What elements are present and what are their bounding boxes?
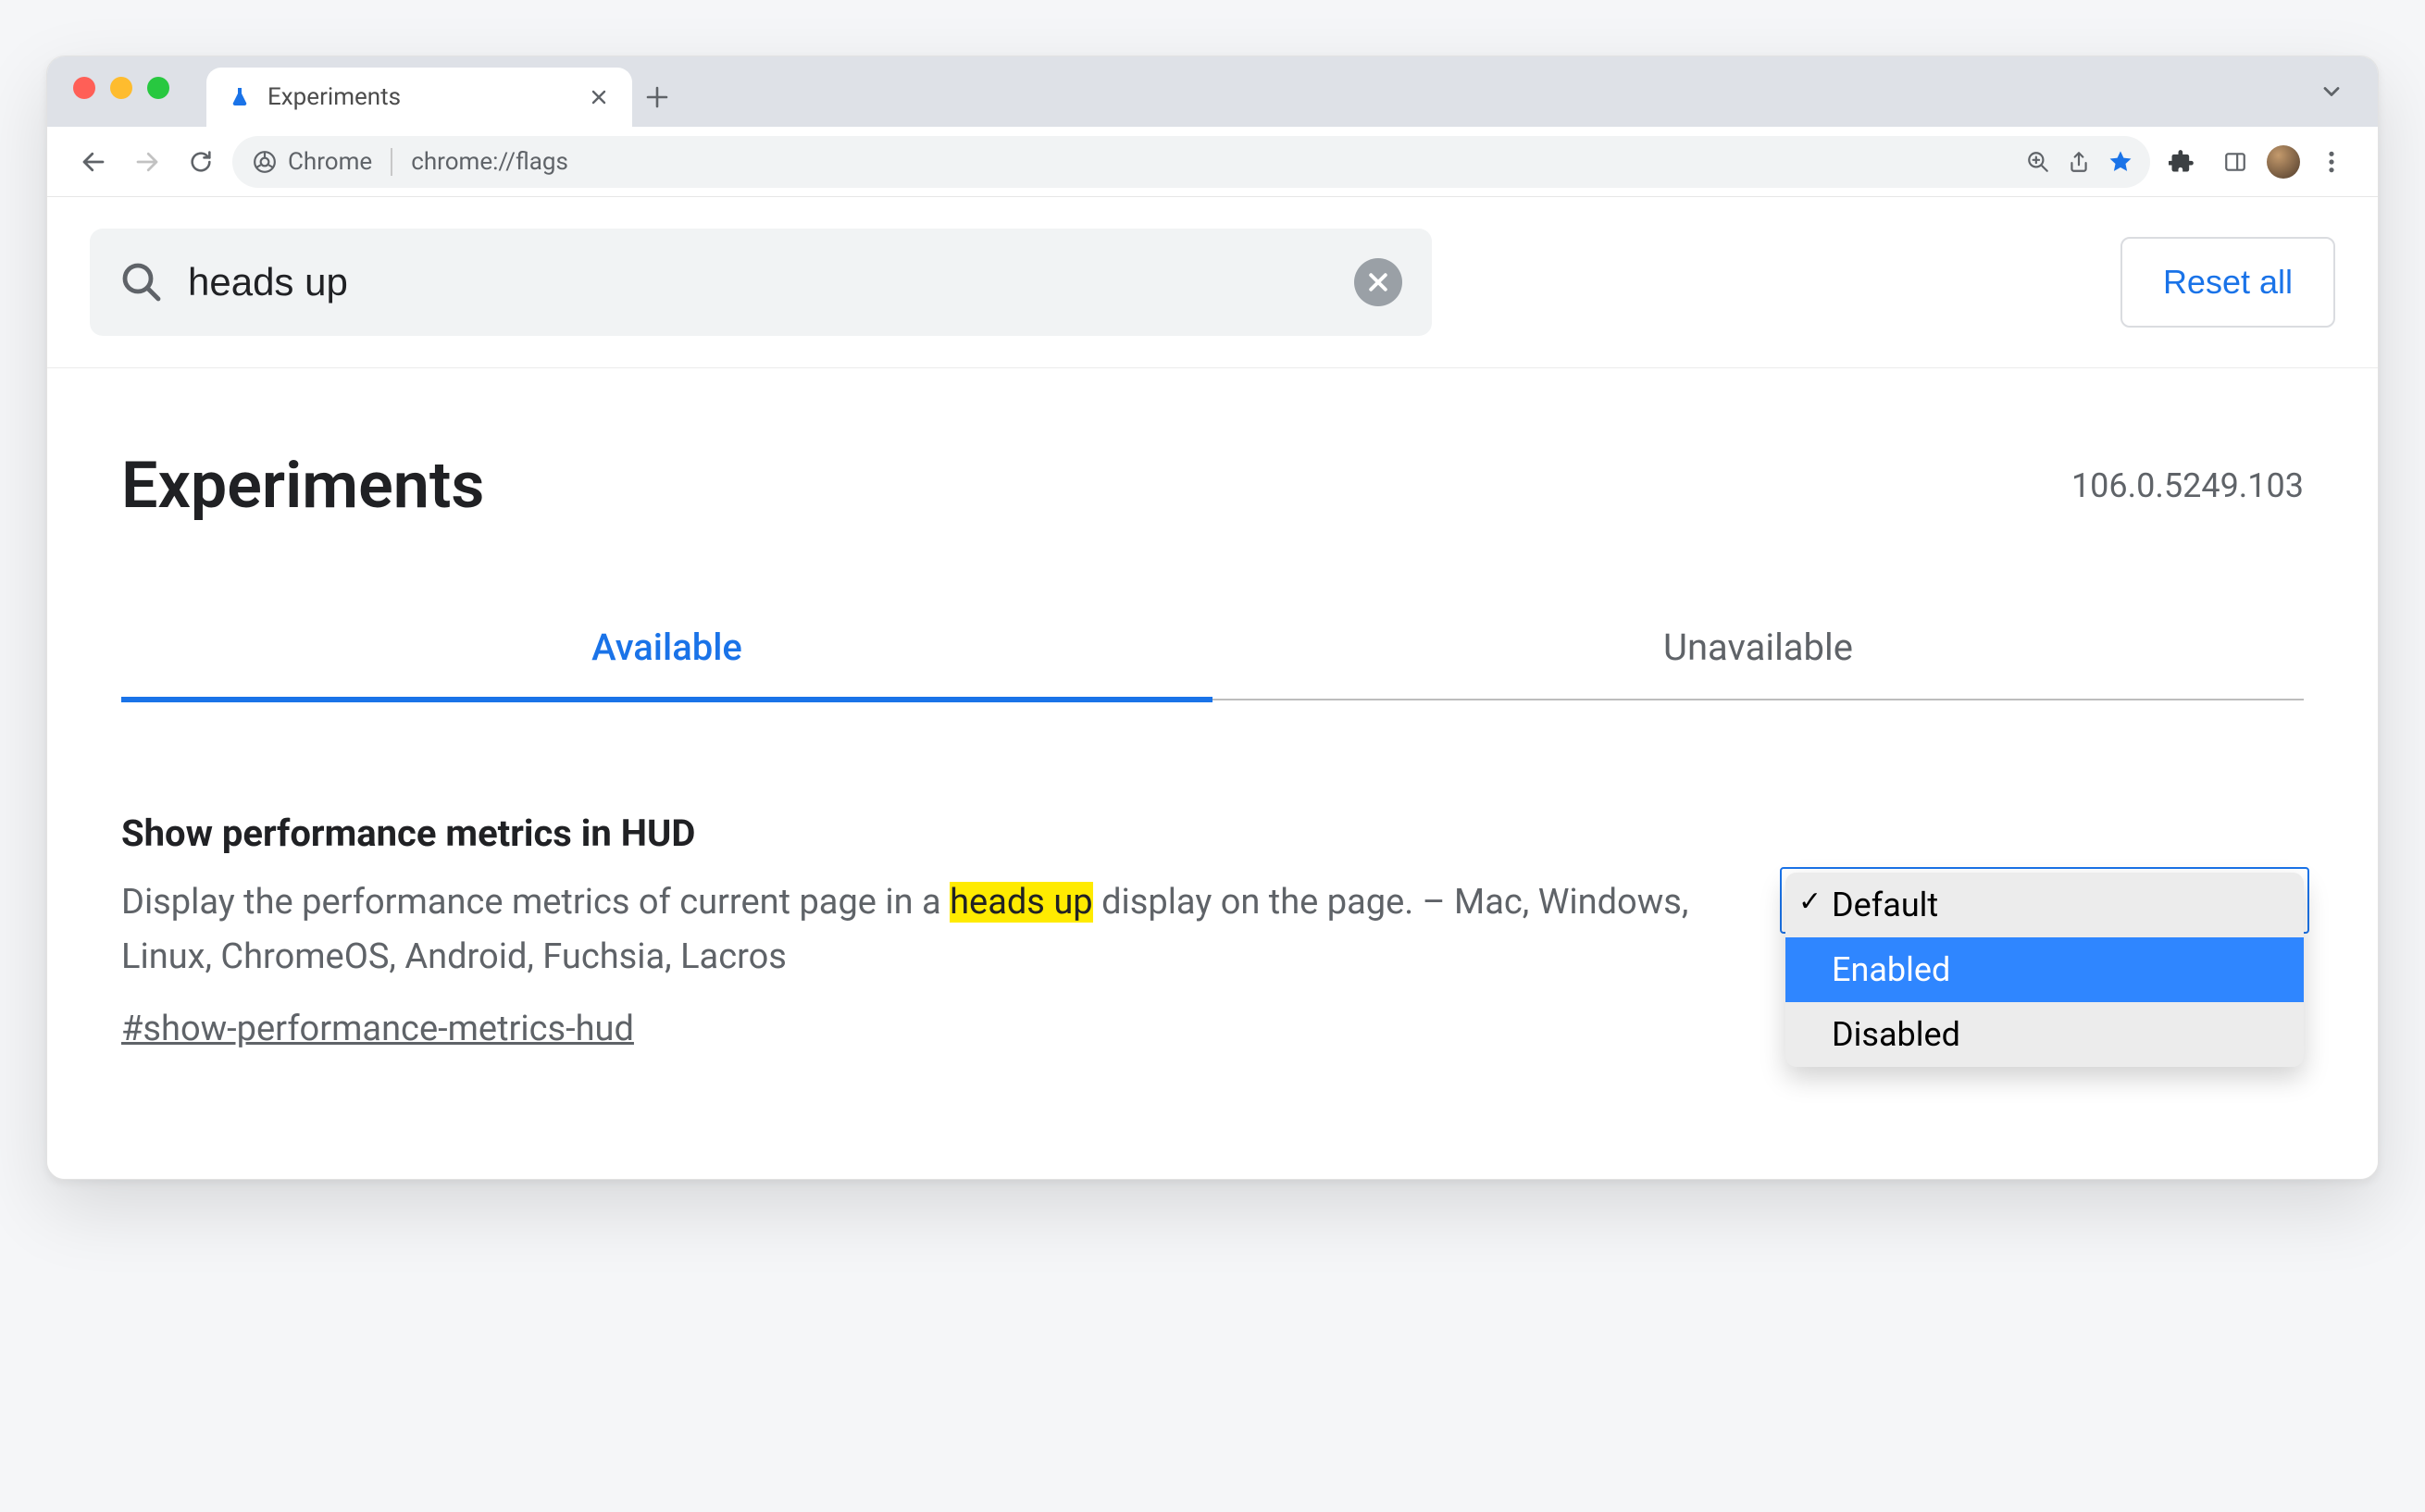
flag-search-box[interactable] — [90, 229, 1432, 336]
flag-search-input[interactable] — [188, 260, 1330, 304]
side-panel-icon[interactable] — [2213, 140, 2257, 184]
flag-description: Display the performance metrics of curre… — [121, 875, 1693, 985]
reload-button[interactable] — [179, 140, 223, 184]
flag-title: Show performance metrics in HUD — [121, 812, 1693, 855]
share-icon[interactable] — [2067, 150, 2091, 174]
window-controls — [73, 56, 169, 127]
close-window-button[interactable] — [73, 77, 95, 99]
page-title: Experiments — [121, 448, 484, 524]
flag-anchor-link[interactable]: #show-performance-metrics-hud — [121, 1009, 634, 1049]
search-row: Reset all — [47, 197, 2378, 368]
search-highlight: heads up — [950, 882, 1093, 923]
flask-icon — [227, 84, 253, 110]
flag-entry: Show performance metrics in HUD Display … — [47, 700, 2378, 1179]
browser-tab[interactable]: Experiments — [206, 68, 632, 127]
tab-unavailable[interactable]: Unavailable — [1212, 626, 2304, 700]
reset-all-button[interactable]: Reset all — [2120, 237, 2335, 328]
option-disabled[interactable]: Disabled — [1785, 1002, 2304, 1067]
flag-select-dropdown: Default Enabled Disabled — [1785, 873, 2304, 1067]
new-tab-button[interactable] — [632, 68, 682, 127]
bookmark-star-icon[interactable] — [2108, 149, 2133, 175]
browser-window: Experiments Chrome — [46, 56, 2379, 1180]
back-button[interactable] — [71, 140, 116, 184]
fullscreen-window-button[interactable] — [147, 77, 169, 99]
profile-avatar[interactable] — [2267, 145, 2300, 179]
menu-button[interactable] — [2309, 140, 2354, 184]
extensions-icon[interactable] — [2159, 140, 2204, 184]
search-icon — [119, 260, 164, 304]
chrome-version: 106.0.5249.103 — [2071, 466, 2304, 505]
tab-title: Experiments — [267, 83, 571, 111]
minimize-window-button[interactable] — [110, 77, 132, 99]
tabstrip: Experiments — [47, 56, 2378, 127]
page-content: Reset all Experiments 106.0.5249.103 Ava… — [47, 197, 2378, 1179]
tab-available[interactable]: Available — [121, 626, 1212, 702]
clear-search-button[interactable] — [1354, 258, 1402, 306]
option-default[interactable]: Default — [1785, 873, 2304, 937]
category-tabs: Available Unavailable — [121, 626, 2304, 700]
omnibox-chip-label: Chrome — [288, 148, 372, 176]
header-row: Experiments 106.0.5249.103 — [47, 368, 2378, 524]
tab-search-button[interactable] — [2319, 79, 2344, 105]
option-enabled[interactable]: Enabled — [1785, 937, 2304, 1002]
toolbar: Chrome chrome://flags — [47, 127, 2378, 197]
zoom-icon[interactable] — [2026, 150, 2050, 174]
flag-text: Show performance metrics in HUD Display … — [121, 812, 1693, 1049]
forward-button[interactable] — [125, 140, 169, 184]
omnibox-url: chrome://flags — [405, 148, 568, 176]
close-tab-button[interactable] — [586, 88, 612, 106]
omnibox[interactable]: Chrome chrome://flags — [232, 136, 2150, 188]
flag-desc-pre: Display the performance metrics of curre… — [121, 882, 950, 923]
omnibox-chip: Chrome — [253, 148, 392, 176]
chrome-icon — [253, 150, 277, 174]
